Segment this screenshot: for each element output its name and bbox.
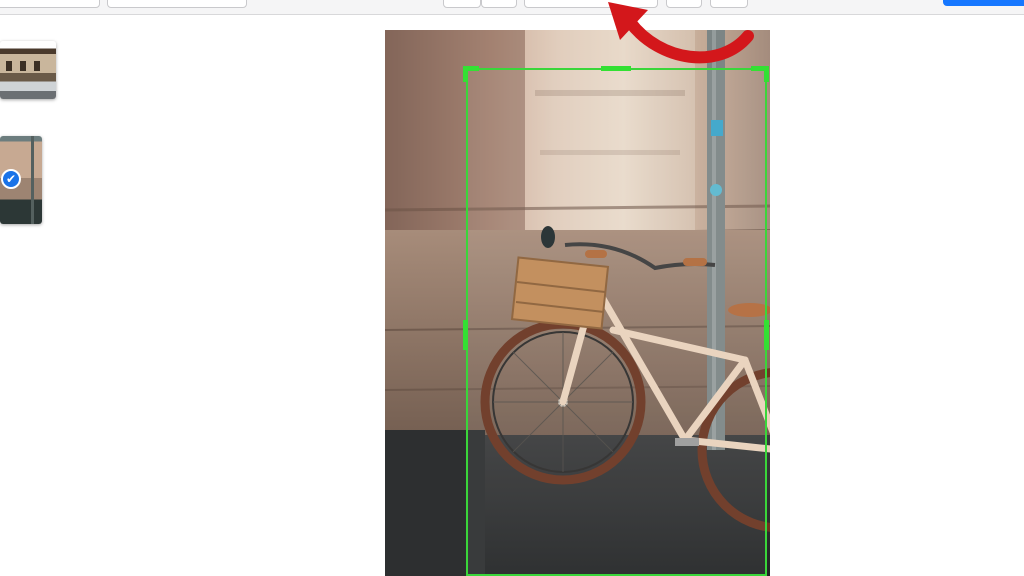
primary-action-button[interactable] <box>943 0 1024 6</box>
crop-handle-right-middle[interactable] <box>764 320 769 350</box>
thumbnail-bicycle[interactable]: ✔ <box>0 136 42 224</box>
thumbnail-window <box>20 61 26 71</box>
thumbnail-window <box>34 61 40 71</box>
crop-handle-left-middle[interactable] <box>463 320 468 350</box>
crop-selection-box[interactable] <box>466 68 767 576</box>
thumbnail-pole <box>31 136 34 224</box>
crop-handle-top-left-vertical[interactable] <box>463 66 468 82</box>
thumbnail-window <box>6 61 12 71</box>
checkmark-icon: ✔ <box>1 169 21 189</box>
toolbar-image-button[interactable] <box>443 0 481 8</box>
toolbar-field-second[interactable] <box>107 0 247 8</box>
crop-handle-top-right-vertical[interactable] <box>764 66 769 82</box>
thumbnail-street[interactable] <box>0 41 56 99</box>
annotation-arrow-icon <box>608 2 754 64</box>
toolbar-field-left[interactable] <box>0 0 100 8</box>
toolbar-info-button[interactable] <box>481 0 517 8</box>
top-toolbar <box>0 0 1024 15</box>
